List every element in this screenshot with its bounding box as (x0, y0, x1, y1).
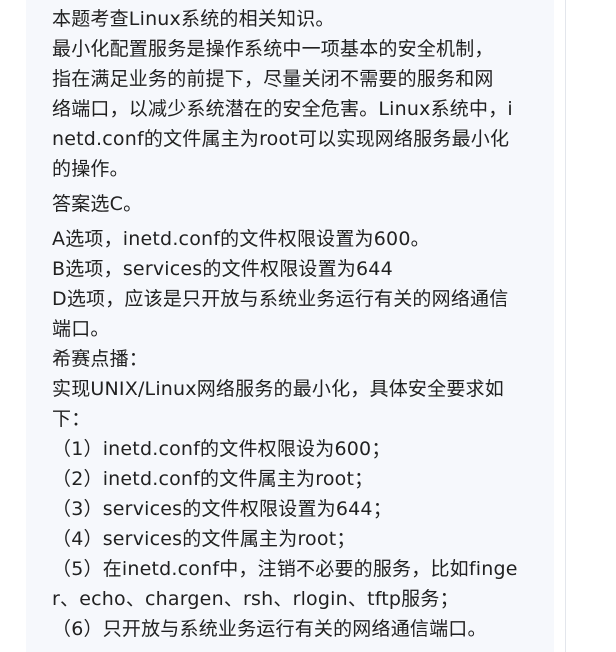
requirement-4: （4）services的文件属主为root； (52, 528, 356, 550)
requirement-2: （2）inetd.conf的文件属主为root； (52, 468, 374, 490)
intro-line: 本题考查Linux系统的相关知识。 (52, 8, 335, 30)
explanation-line-1: 最小化配置服务是操作系统中一项基本的安全机制， (52, 38, 494, 60)
explanation-line-5: 的操作。 (52, 158, 129, 180)
tip-intro-line-1: 实现UNIX/Linux网络服务的最小化，具体安全要求如 (52, 378, 504, 400)
answer-line: 答案选C。 (52, 193, 143, 215)
requirement-1: （1）inetd.conf的文件权限设为600； (52, 438, 391, 460)
option-a-line: A选项，inetd.conf的文件权限设置为600。 (52, 228, 430, 250)
option-b-line: B选项，services的文件权限设置为644 (52, 258, 393, 280)
tip-title: 希赛点播： (52, 348, 149, 370)
right-divider (565, 0, 566, 652)
explanation-line-2: 指在满足业务的前提下，尽量关闭不需要的服务和网 (52, 68, 494, 90)
requirement-6: （6）只开放与系统业务运行有关的网络通信端口。 (52, 618, 487, 640)
option-d-line-cont: 端口。 (52, 318, 110, 340)
page: 本题考查Linux系统的相关知识。 最小化配置服务是操作系统中一项基本的安全机制… (0, 0, 616, 652)
requirement-5-cont: r、echo、chargen、rsh、rlogin、tftp服务； (52, 588, 459, 610)
analysis-text: 本题考查Linux系统的相关知识。 最小化配置服务是操作系统中一项基本的安全机制… (52, 4, 542, 644)
requirement-5: （5）在inetd.conf中，注销不必要的服务，比如finge (52, 558, 518, 580)
explanation-line-4: netd.conf的文件属主为root可以实现网络服务最小化 (52, 128, 510, 150)
tip-intro-line-2: 下： (52, 408, 91, 430)
explanation-line-3: 络端口，以减少系统潜在的安全危害。Linux系统中，i (52, 98, 513, 120)
requirement-3: （3）services的文件权限设置为644； (52, 498, 392, 520)
option-d-line: D选项，应该是只开放与系统业务运行有关的网络通信 (52, 288, 509, 310)
